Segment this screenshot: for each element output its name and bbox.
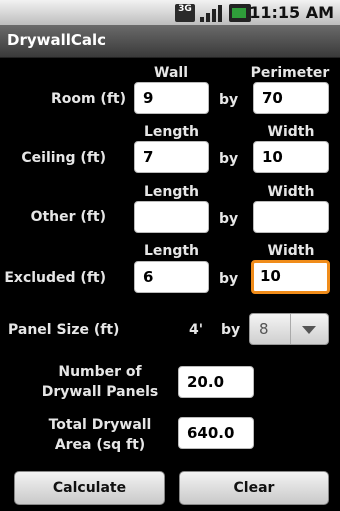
other-length-input[interactable] [134, 201, 209, 233]
excluded-length-input[interactable]: 6 [134, 261, 209, 293]
battery-icon [229, 4, 251, 22]
panels-count-output[interactable]: 20.0 [178, 366, 254, 398]
panel-size-label: Panel Size (ft) [8, 322, 120, 338]
perimeter-header: Perimeter [250, 65, 330, 81]
panel-size-dropdown[interactable]: 8 [249, 313, 329, 345]
clock: 11:15 AM [249, 3, 334, 22]
dropdown-arrow-icon [302, 326, 316, 334]
excluded-label: Excluded (ft) [4, 270, 106, 286]
ceiling-width-input[interactable]: 10 [253, 141, 329, 173]
status-bar: 3G 11:15 AM [0, 0, 340, 25]
other-length-header: Length [143, 184, 200, 200]
by-label: by [219, 271, 239, 287]
total-area-label: Total Drywall Area (sq ft) [48, 417, 152, 453]
excluded-width-input[interactable]: 10 [251, 260, 330, 294]
room-perimeter-input[interactable]: 70 [253, 82, 329, 114]
network-type: 3G [178, 4, 192, 14]
ceiling-label: Ceiling (ft) [21, 150, 106, 166]
panels-count-label: Number of Drywall Panels [41, 364, 159, 400]
clear-button[interactable]: Clear [179, 471, 329, 505]
by-label: by [221, 322, 241, 338]
app-title: DrywallCalc [7, 31, 107, 49]
excluded-length-header: Length [143, 243, 200, 259]
panel-size-selected: 8 [259, 320, 269, 338]
app-title-bar: DrywallCalc [0, 25, 340, 58]
room-label: Room (ft) [50, 91, 126, 107]
excluded-width-header: Width [267, 243, 315, 259]
ceiling-width-header: Width [267, 124, 315, 140]
other-label: Other (ft) [30, 209, 106, 225]
total-area-output[interactable]: 640.0 [178, 417, 254, 449]
calculate-button[interactable]: Calculate [14, 471, 165, 505]
panel-fixed-dimension: 4' [189, 322, 204, 338]
signal-strength-icon [200, 4, 224, 22]
by-label: by [219, 211, 239, 227]
by-label: by [219, 92, 239, 108]
network-3g-icon: 3G [175, 4, 195, 22]
room-height-input[interactable]: 9 [134, 82, 209, 114]
other-width-input[interactable] [253, 201, 329, 233]
ceiling-length-header: Length [143, 124, 200, 140]
ceiling-length-input[interactable]: 7 [134, 141, 209, 173]
other-width-header: Width [267, 184, 315, 200]
by-label: by [219, 151, 239, 167]
